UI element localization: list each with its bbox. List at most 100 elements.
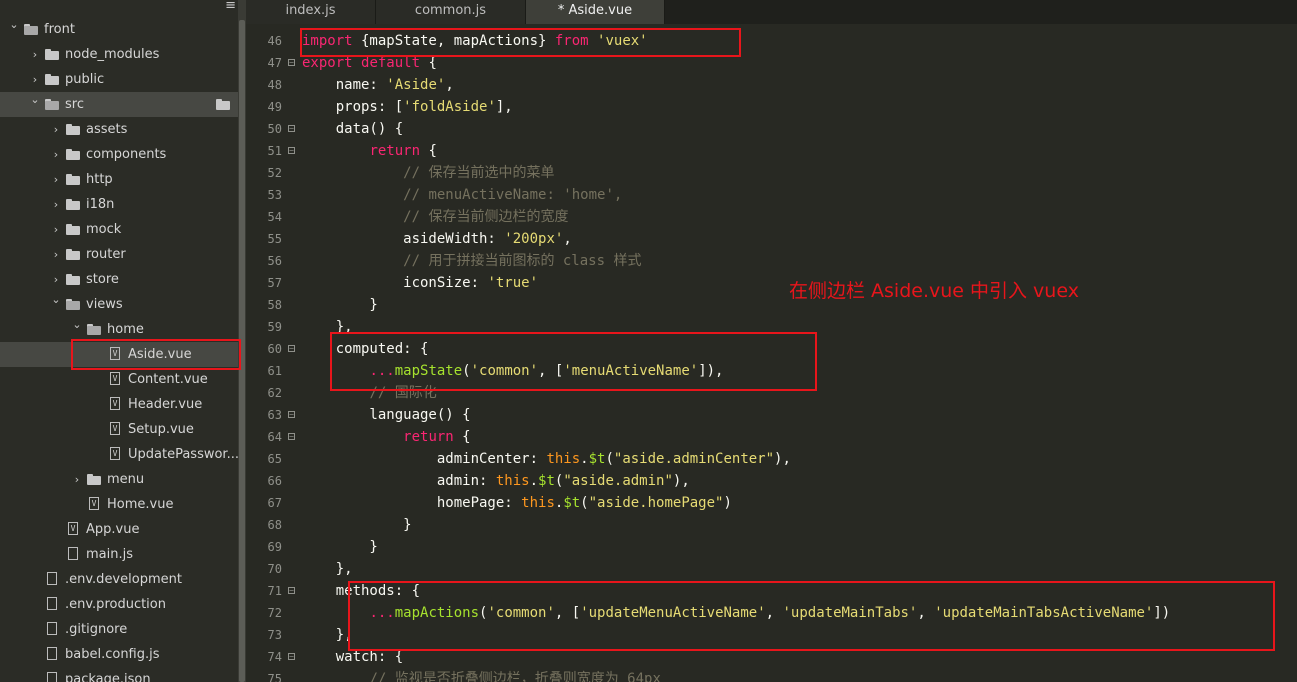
file-icon: V [110, 372, 120, 385]
tree-item[interactable]: › node_modules [0, 42, 238, 67]
line-number: 70 [267, 562, 282, 576]
code-text: }, [302, 627, 353, 643]
tree-item[interactable]: ⌄ views [0, 292, 238, 317]
line-number: 69 [267, 540, 282, 554]
aside-file-highlight-box [71, 339, 241, 370]
tree-item[interactable]: .env.production [0, 592, 238, 617]
line-number: 68 [267, 518, 282, 532]
chevron-right-icon[interactable]: › [50, 192, 62, 217]
tree-item[interactable]: V Header.vue [0, 392, 238, 417]
tree-item[interactable]: › mock [0, 217, 238, 242]
folder-icon [66, 224, 80, 235]
tab-common-js[interactable]: common.js [376, 0, 526, 24]
tab-bar: index.js common.js * Aside.vue [246, 0, 1297, 24]
line-number: 47 [267, 56, 282, 70]
code-line: 75 // 监视是否折叠侧边栏，折叠则宽度为 64px [246, 668, 1297, 682]
chevron-down-icon[interactable]: ⌄ [50, 287, 62, 312]
tree-item-label: App.vue [86, 522, 140, 537]
folder-icon [66, 274, 80, 285]
hamburger-icon[interactable]: ≡ [225, 0, 236, 12]
tree-item[interactable]: › router [0, 242, 238, 267]
tab-aside-vue[interactable]: * Aside.vue [526, 0, 665, 24]
tree-item[interactable]: .env.development [0, 567, 238, 592]
line-number: 58 [267, 298, 282, 312]
code-line: 70 }, [246, 558, 1297, 580]
tree-item-label: views [86, 297, 123, 312]
tree-item[interactable]: babel.config.js [0, 642, 238, 667]
code-editor[interactable]: 46 import {mapState, mapActions} from 'vu… [246, 24, 1297, 682]
tab-label: * Aside.vue [557, 3, 633, 18]
fold-toggle-icon[interactable]: − [288, 59, 295, 67]
fold-toggle-icon[interactable]: − [288, 147, 295, 155]
line-number: 46 [267, 34, 282, 48]
tree-item[interactable]: V App.vue [0, 517, 238, 542]
fold-toggle-icon[interactable]: − [288, 587, 295, 595]
code-line: 52 // 保存当前选中的菜单 [246, 162, 1297, 184]
tree-item-label: mock [86, 222, 122, 237]
tree-item-label: Content.vue [128, 372, 208, 387]
methods-highlight-box [348, 581, 1275, 651]
line-number: 49 [267, 100, 282, 114]
tab-label: common.js [414, 3, 487, 18]
tree-item-label: front [44, 22, 75, 37]
fold-toggle-icon[interactable]: − [288, 345, 295, 353]
tree-item[interactable]: .gitignore [0, 617, 238, 642]
tree-item[interactable]: ⌄ src [0, 92, 238, 117]
folder-icon [87, 474, 101, 485]
tree-item[interactable]: ⌄ front [0, 17, 238, 42]
tree-item[interactable]: V Home.vue [0, 492, 238, 517]
tree-item[interactable]: › assets [0, 117, 238, 142]
tree-item[interactable]: main.js [0, 542, 238, 567]
tree-item[interactable]: › components [0, 142, 238, 167]
file-icon [47, 622, 57, 635]
chevron-down-icon[interactable]: ⌄ [71, 312, 83, 337]
code-text: language() { [302, 407, 471, 423]
folder-icon [66, 124, 80, 135]
tree-item[interactable]: V UpdatePasswor... [0, 442, 238, 467]
code-text: adminCenter: this.$t("aside.adminCenter"… [302, 451, 791, 467]
tree-item[interactable]: › http [0, 167, 238, 192]
code-line: 49 props: ['foldAside'], [246, 96, 1297, 118]
code-line: 64− return { [246, 426, 1297, 448]
code-line: 69 } [246, 536, 1297, 558]
fold-toggle-icon[interactable]: − [288, 125, 295, 133]
tree-item[interactable]: V Setup.vue [0, 417, 238, 442]
tree-item[interactable]: package.json [0, 667, 238, 682]
chevron-right-icon[interactable]: › [50, 117, 62, 142]
file-icon [47, 672, 57, 682]
code-text: } [302, 539, 378, 555]
code-text: } [302, 297, 378, 313]
fold-toggle-icon[interactable]: − [288, 433, 295, 441]
fold-toggle-icon[interactable]: − [288, 411, 295, 419]
line-number: 57 [267, 276, 282, 290]
chevron-right-icon[interactable]: › [50, 217, 62, 242]
code-text: iconSize: 'true' [302, 275, 539, 291]
tab-index-js[interactable]: index.js [246, 0, 376, 24]
code-line: 50− data() { [246, 118, 1297, 140]
tree-item-label: Header.vue [128, 397, 203, 412]
line-number: 64 [267, 430, 282, 444]
chevron-right-icon[interactable]: › [50, 242, 62, 267]
fold-toggle-icon[interactable]: − [288, 653, 295, 661]
chevron-right-icon[interactable]: › [29, 42, 41, 67]
folder-icon [45, 99, 59, 110]
chevron-right-icon[interactable]: › [50, 142, 62, 167]
code-text: // 用于拼接当前图标的 class 样式 [403, 253, 642, 269]
file-icon: V [110, 422, 120, 435]
chevron-right-icon[interactable]: › [50, 167, 62, 192]
line-number: 63 [267, 408, 282, 422]
tree-item[interactable]: › menu [0, 467, 238, 492]
chevron-down-icon[interactable]: ⌄ [8, 12, 20, 37]
chevron-down-icon[interactable]: ⌄ [29, 87, 41, 112]
code-text: data() { [302, 121, 404, 137]
chevron-right-icon[interactable]: › [71, 467, 83, 492]
file-icon: V [110, 397, 120, 410]
line-number: 51 [267, 144, 282, 158]
tree-item[interactable]: › i18n [0, 192, 238, 217]
tree-item[interactable]: › store [0, 267, 238, 292]
line-number: 72 [267, 606, 282, 620]
tree-item-label: store [86, 272, 119, 287]
tree-item-label: .gitignore [65, 622, 128, 637]
code-line: 55 asideWidth: '200px', [246, 228, 1297, 250]
tree-item[interactable]: V Content.vue [0, 367, 238, 392]
